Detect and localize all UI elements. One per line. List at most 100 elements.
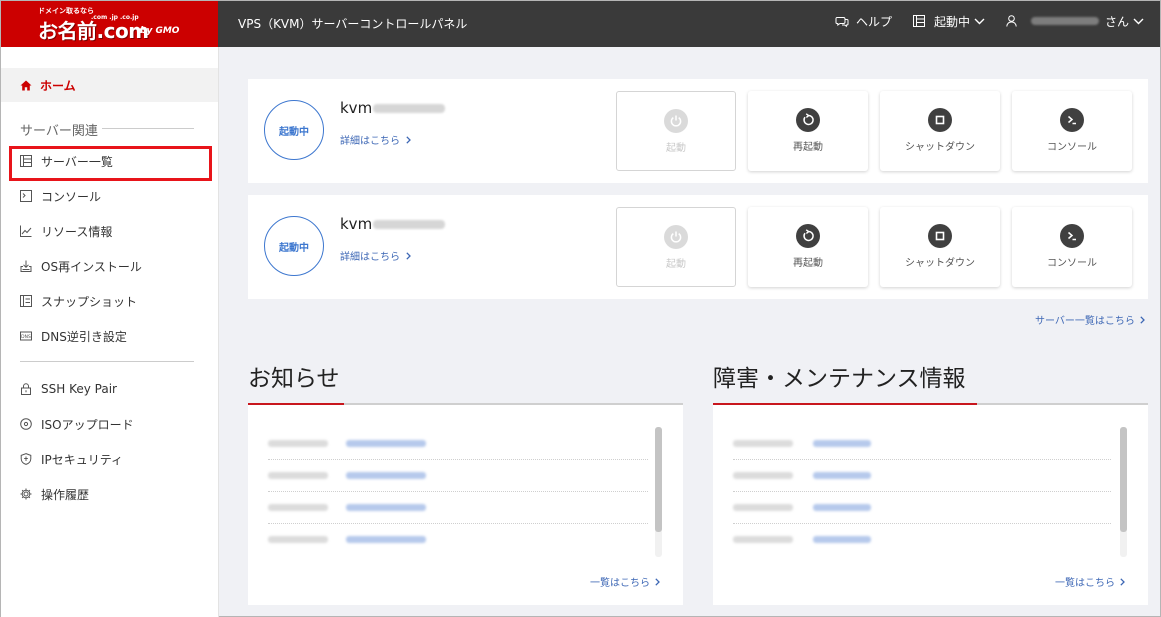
shutdown-label: シャットダウン <box>905 142 975 153</box>
sidebar-item-iso-upload[interactable]: ISOアップロード <box>20 414 134 434</box>
sidebar-item-dns[interactable]: DNS DNS逆引き設定 <box>20 326 127 346</box>
chevron-right-icon <box>1140 315 1145 324</box>
scroll-thumb[interactable] <box>1120 427 1127 532</box>
user-icon <box>1006 15 1017 27</box>
news-title: お知らせ <box>248 366 340 392</box>
sidebar-item-label: DNS逆引き設定 <box>41 329 127 344</box>
start-label: 起動 <box>666 259 686 270</box>
user-menu[interactable]: さん <box>1006 13 1144 29</box>
restart-button[interactable]: 再起動 <box>748 207 868 287</box>
sidebar-item-snapshot[interactable]: スナップショット <box>20 291 137 311</box>
sidebar-item-label: IPセキュリティ <box>41 452 124 467</box>
svg-text:DNS: DNS <box>21 334 31 340</box>
console-button[interactable]: コンソール <box>1012 91 1132 171</box>
start-button[interactable]: 起動 <box>616 207 736 287</box>
sidebar-item-history[interactable]: 操作履歴 <box>20 484 89 504</box>
sidebar-item-label: スナップショット <box>41 294 138 309</box>
server-detail-link[interactable]: 詳細はこちら <box>340 132 411 147</box>
logo-wordmark: お名前.com <box>38 19 149 43</box>
scroll-thumb[interactable] <box>655 427 662 532</box>
disc-icon <box>20 418 32 430</box>
news-more-link[interactable]: 一覧はこちら <box>590 574 660 589</box>
news-panel: 一覧はこちら <box>248 405 683 605</box>
sidebar-item-ssh-key[interactable]: SSH Key Pair <box>20 379 117 399</box>
server-card: 起動中 kvm 詳細はこちら 起動 再起動 シャットダウン コンソール <box>248 195 1148 299</box>
console-label: コンソール <box>1047 258 1097 269</box>
list-item[interactable] <box>733 525 1111 556</box>
sidebar-item-server-list[interactable]: サーバー一覧 <box>20 151 113 171</box>
sidebar-item-label: SSH Key Pair <box>41 382 117 396</box>
restart-button[interactable]: 再起動 <box>748 91 868 171</box>
logo-gmo: by GMO <box>140 26 180 36</box>
list-item[interactable] <box>733 493 1111 524</box>
chevron-right-icon <box>406 251 411 260</box>
chevron-right-icon <box>1120 577 1125 586</box>
section-divider <box>102 128 194 129</box>
server-list-link[interactable]: サーバー一覧はこちら <box>1035 312 1145 327</box>
help-label: ヘルプ <box>856 14 893 29</box>
sidebar-item-console[interactable]: コンソール <box>20 186 101 206</box>
server-list-icon <box>20 155 32 167</box>
sidebar-item-resource[interactable]: リソース情報 <box>20 221 112 241</box>
shield-icon <box>20 453 32 465</box>
terminal-icon <box>1060 224 1084 248</box>
dns-icon: DNS <box>20 331 32 341</box>
start-button[interactable]: 起動 <box>616 91 736 171</box>
maintenance-more-link[interactable]: 一覧はこちら <box>1055 574 1125 589</box>
list-item[interactable] <box>268 525 648 556</box>
server-detail-link[interactable]: 詳細はこちら <box>340 248 411 263</box>
sidebar-item-label: 操作履歴 <box>41 487 90 502</box>
restart-icon <box>796 224 820 248</box>
sidebar-item-os-reinstall[interactable]: OS再インストール <box>20 256 142 276</box>
news-scrollbar[interactable] <box>655 427 662 557</box>
shutdown-button[interactable]: シャットダウン <box>880 207 1000 287</box>
terminal-icon <box>1060 108 1084 132</box>
maintenance-scrollbar[interactable] <box>1120 427 1127 557</box>
chevron-right-icon <box>655 577 660 586</box>
server-name: kvm <box>340 215 446 233</box>
list-item[interactable] <box>268 429 648 460</box>
snapshot-icon <box>20 295 32 307</box>
news-more-label: 一覧はこちら <box>590 578 650 589</box>
detail-link-label: 詳細はこちら <box>340 252 400 263</box>
sidebar-divider <box>20 361 194 362</box>
brand-logo[interactable]: ドメイン取るなら .com .jp .co.jp お名前.com by GMO <box>1 1 218 47</box>
chart-icon <box>20 225 32 237</box>
list-item[interactable] <box>733 429 1111 460</box>
sidebar-item-label: ISOアップロード <box>41 417 134 432</box>
status-badge: 起動中 <box>264 100 324 160</box>
help-button[interactable]: ヘルプ <box>835 13 892 29</box>
start-label: 起動 <box>666 143 686 154</box>
power-icon <box>664 225 688 249</box>
server-name-masked <box>373 220 446 229</box>
chevron-down-icon <box>1133 18 1144 24</box>
stop-icon <box>928 108 952 132</box>
server-name-prefix: kvm <box>340 215 373 233</box>
reinstall-icon <box>20 260 32 272</box>
home-icon <box>20 80 32 90</box>
server-list-icon <box>913 15 925 27</box>
sidebar-item-ip-security[interactable]: IPセキュリティ <box>20 449 123 469</box>
sidebar-item-label: リソース情報 <box>41 224 113 239</box>
gear-icon <box>20 488 32 500</box>
restart-icon <box>796 108 820 132</box>
sidebar-item-home[interactable]: ホーム <box>1 68 218 102</box>
maintenance-panel: 一覧はこちら <box>713 405 1148 605</box>
list-item[interactable] <box>268 461 648 492</box>
app-title: VPS（KVM）サーバーコントロールパネル <box>238 17 468 31</box>
user-suffix: さん <box>1105 14 1130 29</box>
sidebar-home-label: ホーム <box>40 78 76 93</box>
list-item[interactable] <box>268 493 648 524</box>
server-status-menu[interactable]: 起動中 <box>913 13 985 29</box>
sidebar-item-label: OS再インストール <box>41 259 142 274</box>
lock-icon <box>21 383 31 395</box>
list-item[interactable] <box>733 461 1111 492</box>
chevron-down-icon <box>974 18 985 24</box>
shutdown-button[interactable]: シャットダウン <box>880 91 1000 171</box>
restart-label: 再起動 <box>793 258 823 269</box>
console-button[interactable]: コンソール <box>1012 207 1132 287</box>
maintenance-title: 障害・メンテナンス情報 <box>713 366 966 392</box>
server-list-link-label: サーバー一覧はこちら <box>1035 316 1135 327</box>
server-name: kvm <box>340 99 446 117</box>
server-name-masked <box>373 104 446 113</box>
